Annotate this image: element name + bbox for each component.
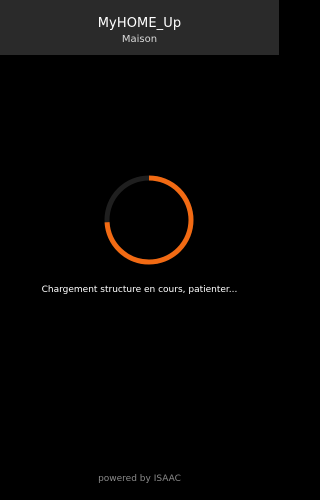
loading-screen: MyHOME_Up Maison Chargement structure en…: [0, 0, 279, 500]
powered-by-label: powered by ISAAC: [98, 474, 181, 484]
app-title: MyHOME_Up: [97, 16, 182, 31]
location-subtitle: Maison: [121, 34, 158, 45]
loading-spinner-icon: [104, 175, 194, 265]
top-bar: MyHOME_Up Maison: [0, 0, 279, 55]
loading-message: Chargement structure en cours, patienter…: [41, 285, 238, 295]
